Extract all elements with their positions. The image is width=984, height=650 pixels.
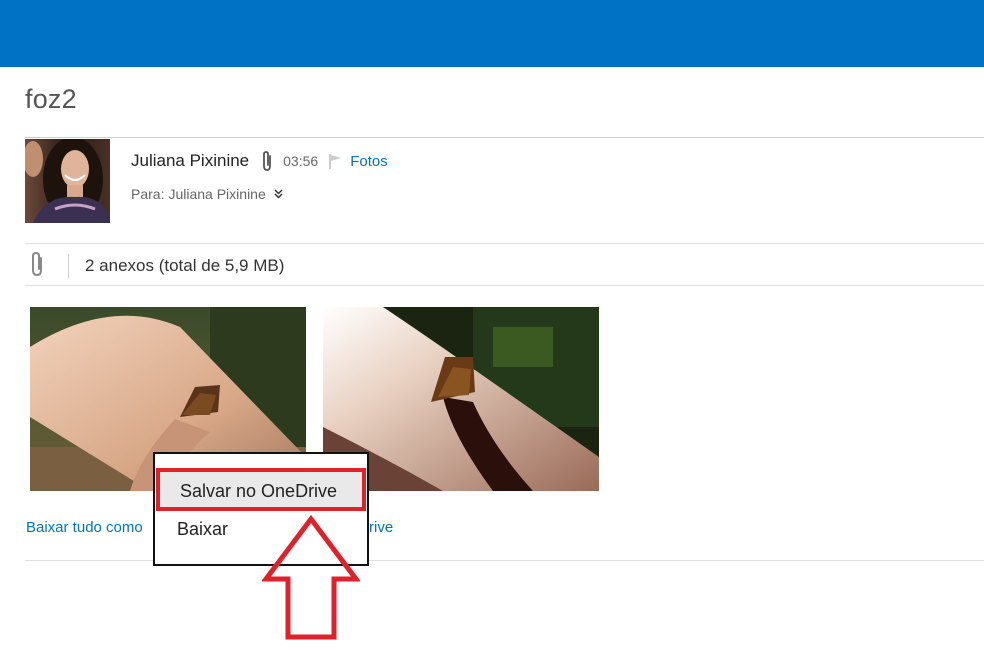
attachments-header: 2 anexos (total de 5,9 MB)	[28, 251, 285, 282]
flag-icon[interactable]	[328, 153, 344, 169]
save-all-onedrive-link[interactable]: rive	[369, 519, 393, 536]
sender-row: Juliana Pixinine 03:56 Fotos	[131, 149, 388, 173]
message-time: 03:56	[283, 153, 319, 169]
paperclip-icon	[259, 150, 275, 172]
recipient-row: Para: Juliana Pixinine	[131, 184, 283, 204]
sender-name[interactable]: Juliana Pixinine	[131, 151, 249, 171]
up-arrow-annotation	[262, 515, 360, 640]
recipient-name[interactable]: Juliana Pixinine	[168, 186, 265, 202]
separator	[68, 254, 69, 278]
menu-item-save-onedrive[interactable]: Salvar no OneDrive	[156, 468, 366, 511]
folder-link[interactable]: Fotos	[350, 153, 388, 170]
double-chevron-down-icon[interactable]	[274, 189, 283, 199]
paperclip-icon	[28, 251, 46, 282]
message-subject: foz2	[25, 84, 77, 114]
divider	[25, 285, 984, 286]
to-label: Para:	[131, 186, 165, 202]
divider	[25, 137, 984, 138]
top-header-bar	[0, 0, 984, 67]
download-all-link[interactable]: Baixar tudo como	[26, 519, 143, 536]
attachments-summary: 2 anexos (total de 5,9 MB)	[85, 256, 285, 275]
sender-avatar[interactable]	[25, 139, 110, 223]
divider	[25, 243, 984, 244]
